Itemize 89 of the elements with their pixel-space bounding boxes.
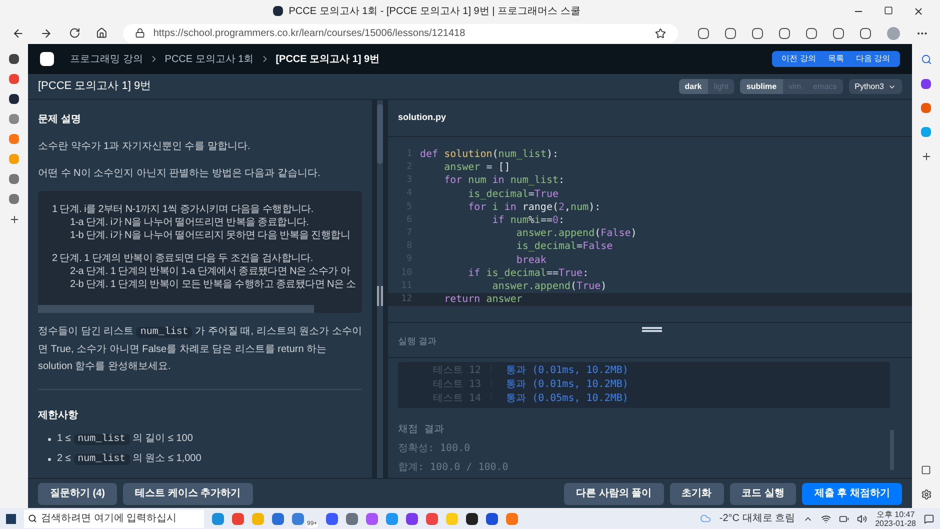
maximize-icon[interactable] <box>884 6 893 14</box>
task-text: 정수들이 담긴 리스트 num_list 가 주어질 때, 리스트의 원소가 소수이면 True, 소수가 아니면 False를 차례로 담은 리스트를 return 하는 solution 함수를 완성해보세요. <box>38 325 362 374</box>
taskbar-app-icon[interactable] <box>486 512 498 524</box>
network-icon[interactable] <box>821 514 832 524</box>
add-icon[interactable] <box>8 214 20 225</box>
code-line: if is_decimal==True: <box>467 266 589 281</box>
step-text: 1-a 단계. i가 N을 나누어 떨어뜨리면 반복을 종료합니다. <box>70 216 309 229</box>
address-field[interactable]: https://school.programmers.co.kr/learn/courses/15006/lessons/121418 <box>123 24 678 42</box>
limit-text: 2 ≤ num_list 의 원소 ≤ 1,000 <box>57 452 202 467</box>
description-text: 어떤 수 N이 소수인지 아닌지 판별하는 방법은 다음과 같습니다. <box>38 167 322 181</box>
footer-button[interactable]: 제출 후 채점하기 <box>802 482 902 504</box>
grading-heading: 채점 결과 <box>398 422 446 436</box>
resize-handle[interactable] <box>377 286 383 306</box>
code-line: def solution(num_list): <box>420 148 559 162</box>
lock-icon <box>135 28 146 38</box>
step-text: 2-a 단계. 1 단계의 반복이 1-a 단계에서 종료됐다면 N은 소수가 아 <box>70 265 350 278</box>
code-line: if num%i==0: <box>491 214 565 228</box>
reload-icon[interactable] <box>68 27 80 39</box>
step-text: 1-b 단계. i가 N을 나누어 떨어뜨리지 못하면 다음 반복을 진행합니 <box>70 229 350 242</box>
footer-button[interactable]: 초기화 <box>670 482 724 504</box>
language-select[interactable]: Python3 <box>848 79 902 94</box>
step-text: 2-b 단계. 1 단계의 반복이 모든 반복을 수행하고 종료됐다면 N은 소 <box>70 278 356 291</box>
volume-icon[interactable] <box>857 514 868 524</box>
horizontal-scrollbar[interactable] <box>38 305 314 313</box>
favorite-icon[interactable] <box>655 28 666 38</box>
file-tab[interactable]: solution.py <box>398 111 446 125</box>
code-line: is_decimal=True <box>467 188 558 202</box>
output-heading: 실행 결과 <box>398 335 437 348</box>
site-icon <box>272 6 283 16</box>
code-line: answer.append(False) <box>515 227 637 241</box>
test-result: 통과 (0.01ms, 10.2MB) <box>506 364 628 378</box>
step-text: 2 단계. 1 단계의 반복이 종료되면 다음 두 조건을 검사합니다. <box>52 252 313 265</box>
breadcrumb-link[interactable]: [PCCE 모의고사 1] 9번 <box>276 52 380 66</box>
section-heading: 문제 설명 <box>38 113 82 127</box>
code-line: return answer <box>443 293 522 308</box>
grading-text: 합계: 100.0 / 100.0 <box>398 460 510 474</box>
bullet-icon <box>48 438 51 440</box>
window-title: PCCE 모의고사 1회 - [PCCE 모의고사 1] 9번 | 프로그래머스 스쿨 <box>288 4 580 18</box>
nav-button[interactable]: 다음 강의 <box>850 51 896 67</box>
code-line: for num in num_list: <box>443 174 565 188</box>
home-icon[interactable] <box>96 27 108 39</box>
notification-icon[interactable] <box>924 514 934 524</box>
battery-icon[interactable] <box>839 514 850 524</box>
toggle-option[interactable]: dark <box>678 79 708 94</box>
windows-icon[interactable] <box>6 514 16 524</box>
description-text: 소수란 약수가 1과 자기자신뿐인 수를 말합니다. <box>38 140 252 154</box>
lesson-title: [PCCE 모의고사 1] 9번 <box>38 79 152 94</box>
code-line: answer.append(True) <box>491 280 607 294</box>
code-line: is_decimal=False <box>515 240 613 254</box>
drag-handle[interactable] <box>642 327 662 332</box>
weather-text: -2°C 대체로 흐림 <box>719 512 796 526</box>
search-icon[interactable] <box>920 54 932 65</box>
panel-icon[interactable] <box>921 465 931 475</box>
nav-button[interactable]: 이전 강의 <box>776 51 822 67</box>
close-icon[interactable] <box>913 6 924 16</box>
test-result: 통과 (0.05ms, 10.2MB) <box>506 392 628 406</box>
code-line: for i in range(2,num): <box>467 200 601 215</box>
breadcrumb-link[interactable]: 프로그래밍 강의 <box>70 52 143 66</box>
code-line: break <box>515 254 546 268</box>
grading-text: 정확성: 100.0 <box>398 442 472 456</box>
settings-icon[interactable] <box>920 489 932 500</box>
separator-text: 〉 <box>489 392 498 405</box>
clock-date[interactable]: 2023-01-28 <box>875 518 916 528</box>
clock-time[interactable]: 오후 10:47 <box>876 510 915 518</box>
toggle-option[interactable]: sublime <box>740 79 783 94</box>
step-text: 1 단계. i를 2부터 N-1까지 1씩 증가시키며 다음을 수행합니다. <box>52 203 314 216</box>
limit-text: 1 ≤ num_list 의 길이 ≤ 100 <box>57 432 193 447</box>
footer-button[interactable]: 테스트 케이스 추가하기 <box>123 482 253 504</box>
code-line: answer = [] <box>443 161 510 175</box>
scrollbar-thumb[interactable] <box>377 104 383 164</box>
weather-icon <box>700 513 712 524</box>
add-icon[interactable] <box>920 151 932 162</box>
section-heading: 제한사항 <box>38 409 79 423</box>
nav-button[interactable]: 목록 <box>822 51 850 67</box>
forward-icon[interactable] <box>40 26 53 40</box>
search-field[interactable]: 검색하려면 여기에 입력하십시 <box>24 510 204 528</box>
footer-button[interactable]: 다른 사람의 풀이 <box>564 482 664 504</box>
search-icon <box>28 514 37 523</box>
bullet-icon <box>48 458 51 460</box>
taskbar-app-icon[interactable] <box>466 512 478 524</box>
separator-text: 〉 <box>489 364 498 377</box>
logo-icon[interactable] <box>40 52 54 66</box>
footer-button[interactable]: 코드 실행 <box>730 482 796 504</box>
breadcrumb-link[interactable]: PCCE 모의고사 1회 <box>164 52 254 66</box>
url-text: https://school.programmers.co.kr/learn/courses/15006/lessons/121418 <box>153 26 466 40</box>
back-icon[interactable] <box>12 26 24 40</box>
footer-button[interactable]: 질문하기 (4) <box>38 482 117 504</box>
test-result: 통과 (0.01ms, 10.2MB) <box>506 378 628 392</box>
separator-text: 〉 <box>489 378 498 391</box>
